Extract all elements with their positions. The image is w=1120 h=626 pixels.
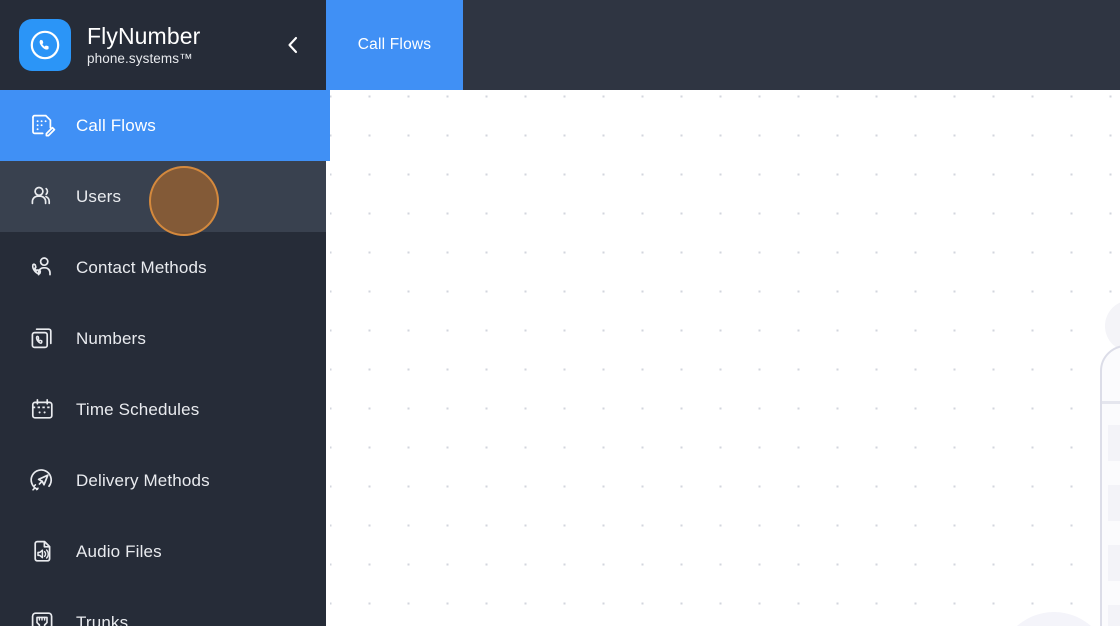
tab-strip: Call Flows xyxy=(326,0,463,90)
ghost-node-row xyxy=(1108,485,1120,521)
sidebar-item-label: Contact Methods xyxy=(76,257,207,277)
sidebar-item-contact-methods[interactable]: Contact Methods xyxy=(0,232,326,303)
users-icon xyxy=(27,182,57,212)
call-flow-edit-icon xyxy=(27,111,57,141)
canvas-ghost-node-panel[interactable] xyxy=(1100,345,1120,626)
sidebar-item-label: Numbers xyxy=(76,328,147,348)
ghost-node-row xyxy=(1108,605,1120,626)
sidebar-item-time-schedules[interactable]: Time Schedules xyxy=(0,374,326,445)
brand-text: FlyNumber phone.systems™ xyxy=(87,23,200,67)
sidebar-item-label: Delivery Methods xyxy=(76,470,210,490)
brand-subtitle: phone.systems™ xyxy=(87,51,193,66)
contact-phone-icon xyxy=(27,253,57,283)
numbers-cards-icon xyxy=(27,324,57,354)
sidebar-item-trunks[interactable]: Trunks xyxy=(0,587,326,626)
sidebar-item-label: Trunks xyxy=(76,612,129,626)
ghost-node-header-divider xyxy=(1102,401,1120,404)
sidebar-item-label: Users xyxy=(76,186,122,206)
sidebar-item-label: Call Flows xyxy=(76,115,156,135)
sidebar-item-call-flows[interactable]: Call Flows xyxy=(0,90,326,161)
chevron-left-icon[interactable] xyxy=(278,30,308,60)
tab-call-flows-label: Call Flows xyxy=(357,36,432,53)
phone-circle-icon xyxy=(19,19,71,71)
sidebar-item-users[interactable]: Users xyxy=(0,161,326,232)
brand-block: FlyNumber phone.systems™ xyxy=(0,0,326,90)
app-root: Call Flows FlyNumber phone.systems™ Call… xyxy=(0,0,1120,626)
ghost-node-row xyxy=(1108,545,1120,581)
ethernet-jack-icon xyxy=(27,608,57,626)
ghost-node-row xyxy=(1108,425,1120,461)
sidebar-item-label: Audio Files xyxy=(76,541,162,561)
brand-title: FlyNumber xyxy=(87,23,201,49)
canvas-ghost-circle xyxy=(1105,300,1120,352)
call-flow-canvas[interactable] xyxy=(330,90,1120,626)
audio-file-icon xyxy=(27,537,57,567)
sidebar-item-label: Time Schedules xyxy=(76,399,200,419)
sidebar-item-numbers[interactable]: Numbers xyxy=(0,303,326,374)
calendar-icon xyxy=(27,395,57,425)
delivery-send-icon xyxy=(27,466,57,496)
sidebar-item-audio-files[interactable]: Audio Files xyxy=(0,516,326,587)
active-item-accent-edge xyxy=(326,88,330,161)
canvas-ghost-circle-secondary xyxy=(998,612,1110,626)
sidebar: Call Flows Users Contact Methods Numbers… xyxy=(0,90,326,626)
sidebar-item-delivery-methods[interactable]: Delivery Methods xyxy=(0,445,326,516)
tab-call-flows[interactable]: Call Flows xyxy=(326,0,463,90)
